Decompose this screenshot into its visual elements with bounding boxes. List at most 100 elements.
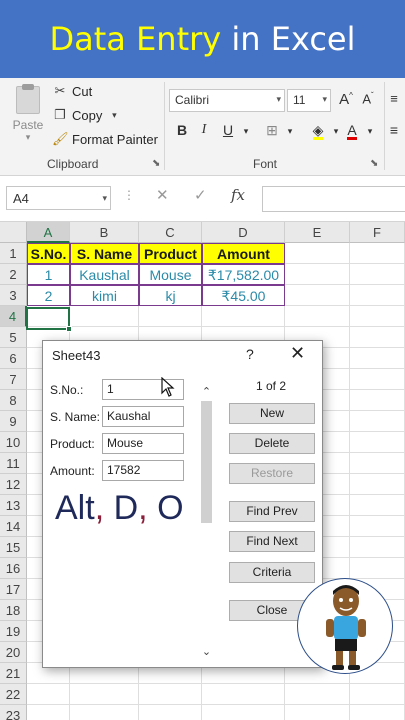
cut-button[interactable]: ✂ Cut xyxy=(52,83,93,99)
name-box[interactable]: A4 ▾ xyxy=(6,186,111,210)
row-header-12[interactable]: 12 xyxy=(0,474,27,495)
font-name-value: Calibri xyxy=(175,93,210,107)
table-cell[interactable]: 2 xyxy=(27,285,70,306)
paste-button[interactable]: Paste ▾ xyxy=(8,84,48,154)
data-form-dialog: Sheet43 ? ✕ S.No.: 1 S. Name: Kaushal Pr… xyxy=(42,340,323,668)
header-cell[interactable]: Product xyxy=(139,243,202,264)
paste-label: Paste xyxy=(12,118,44,132)
column-header-d[interactable]: D xyxy=(202,222,285,243)
row-header-7[interactable]: 7 xyxy=(0,369,27,390)
underline-button[interactable]: U xyxy=(218,122,238,138)
font-name-select[interactable]: Calibri ▾ xyxy=(169,89,285,112)
sno-label: S.No.: xyxy=(50,383,84,397)
table-cell[interactable]: ₹17,582.00 xyxy=(202,264,285,285)
row-header-19[interactable]: 19 xyxy=(0,621,27,642)
font-color-icon[interactable]: A xyxy=(342,122,362,140)
row-header-20[interactable]: 20 xyxy=(0,642,27,663)
grow-font-icon[interactable]: A^ xyxy=(336,91,356,108)
row-header-14[interactable]: 14 xyxy=(0,516,27,537)
table-cell[interactable]: kimi xyxy=(70,285,139,306)
new-button[interactable]: New xyxy=(229,403,315,424)
select-all-corner[interactable] xyxy=(0,222,27,243)
row-header-15[interactable]: 15 xyxy=(0,537,27,558)
row-header-1[interactable]: 1 xyxy=(0,243,27,264)
paste-icon xyxy=(14,84,42,114)
mouse-pointer-icon xyxy=(161,376,175,402)
header-cell[interactable]: Amount xyxy=(202,243,285,264)
delete-button[interactable]: Delete xyxy=(229,433,315,454)
row-header-16[interactable]: 16 xyxy=(0,558,27,579)
row-header-2[interactable]: 2 xyxy=(0,264,27,285)
table-cell[interactable]: Kaushal xyxy=(70,264,139,285)
row-header-5[interactable]: 5 xyxy=(0,327,27,348)
table-cell[interactable]: ₹45.00 xyxy=(202,285,285,306)
dialog-scrollbar[interactable]: ⌃ ⌄ xyxy=(199,385,214,658)
copy-button[interactable]: ❐ Copy ▾ xyxy=(52,107,122,123)
chevron-down-icon[interactable]: ▾ xyxy=(360,126,380,137)
find-prev-button[interactable]: Find Prev xyxy=(229,501,315,522)
table-cell[interactable]: 1 xyxy=(27,264,70,285)
table-cell[interactable]: Mouse xyxy=(139,264,202,285)
row-header-10[interactable]: 10 xyxy=(0,432,27,453)
copy-icon: ❐ xyxy=(54,107,66,122)
amount-field[interactable]: 17582 xyxy=(102,460,184,481)
row-header-17[interactable]: 17 xyxy=(0,579,27,600)
banner-title-part2: in Excel xyxy=(231,20,356,58)
row-header-11[interactable]: 11 xyxy=(0,453,27,474)
row-header-3[interactable]: 3 xyxy=(0,285,27,306)
italic-button[interactable]: I xyxy=(194,122,214,138)
brush-icon: 🖌 xyxy=(52,131,69,146)
chevron-up-icon[interactable]: ⌃ xyxy=(199,385,214,398)
clipboard-launcher-icon[interactable]: ⬊ xyxy=(152,158,160,169)
close-icon[interactable]: ✕ xyxy=(290,343,305,364)
fill-color-icon[interactable]: ◈ xyxy=(308,122,328,140)
header-cell[interactable]: S.No. xyxy=(27,243,70,264)
restore-button[interactable]: Restore xyxy=(229,463,315,484)
row-header-21[interactable]: 21 xyxy=(0,663,27,684)
sname-field[interactable]: Kaushal xyxy=(102,406,184,427)
find-next-button[interactable]: Find Next xyxy=(229,531,315,552)
column-header-a[interactable]: A xyxy=(27,222,70,243)
column-header-f[interactable]: F xyxy=(350,222,405,243)
align-icon[interactable]: ≡ xyxy=(384,91,404,106)
criteria-button[interactable]: Criteria xyxy=(229,562,315,583)
chevron-down-icon[interactable]: ▾ xyxy=(236,126,256,137)
chevron-down-icon[interactable]: ▾ xyxy=(280,126,300,137)
fill-handle[interactable] xyxy=(66,326,72,332)
help-button[interactable]: ? xyxy=(246,346,254,362)
shortcut-d: D xyxy=(113,489,139,527)
row-header-23[interactable]: 23 xyxy=(0,705,27,720)
align-icon[interactable]: ≡ xyxy=(384,122,404,138)
enter-icon[interactable]: ✓ xyxy=(194,186,207,204)
row-header-18[interactable]: 18 xyxy=(0,600,27,621)
cancel-icon[interactable]: ✕ xyxy=(156,186,169,204)
column-header-e[interactable]: E xyxy=(285,222,350,243)
row-header-9[interactable]: 9 xyxy=(0,411,27,432)
borders-icon[interactable]: ⊞ xyxy=(262,122,282,139)
chevron-down-icon: ▾ xyxy=(25,132,31,142)
gridline xyxy=(27,326,405,327)
row-header-22[interactable]: 22 xyxy=(0,684,27,705)
font-size-select[interactable]: 11 ▾ xyxy=(287,89,331,112)
product-field[interactable]: Mouse xyxy=(102,433,184,454)
table-cell[interactable]: kj xyxy=(139,285,202,306)
column-header-c[interactable]: C xyxy=(139,222,202,243)
row-header-8[interactable]: 8 xyxy=(0,390,27,411)
formula-input[interactable] xyxy=(262,186,405,212)
header-cell[interactable]: S. Name xyxy=(70,243,139,264)
font-size-value: 11 xyxy=(293,93,306,107)
shrink-font-icon[interactable]: Aˇ xyxy=(358,91,378,106)
row-header-6[interactable]: 6 xyxy=(0,348,27,369)
insert-function-button[interactable]: fx xyxy=(231,186,245,204)
scroll-thumb[interactable] xyxy=(201,401,212,523)
name-box-value: A4 xyxy=(13,191,29,206)
active-cell-a4[interactable] xyxy=(26,307,70,330)
column-header-b[interactable]: B xyxy=(70,222,139,243)
font-launcher-icon[interactable]: ⬊ xyxy=(370,158,378,169)
row-header-13[interactable]: 13 xyxy=(0,495,27,516)
format-painter-button[interactable]: 🖌 Format Painter xyxy=(52,131,158,147)
chevron-down-icon[interactable]: ⌄ xyxy=(199,645,214,658)
bold-button[interactable]: B xyxy=(172,122,192,138)
row-header-4[interactable]: 4 xyxy=(0,306,27,327)
font-group-label: Font xyxy=(253,157,278,171)
